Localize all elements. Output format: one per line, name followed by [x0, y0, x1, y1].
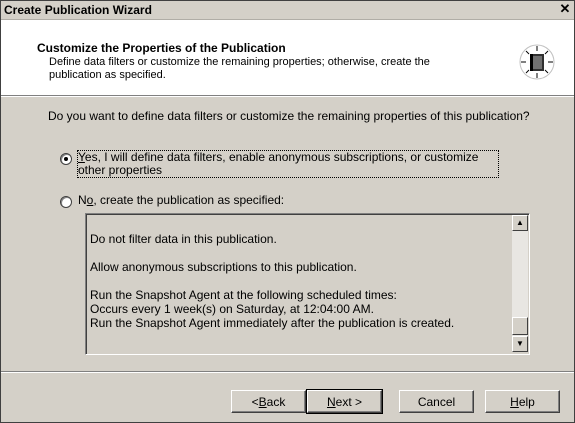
- cancel-button[interactable]: Cancel: [399, 390, 474, 413]
- option-customize[interactable]: Yes, I will define data filters, enable …: [60, 150, 499, 178]
- next-mnemonic: N: [326, 394, 336, 409]
- help-mnemonic: H: [510, 394, 519, 409]
- close-icon[interactable]: ✕: [558, 2, 572, 16]
- option-create-text: , create the publication as specified:: [93, 193, 285, 207]
- help-button[interactable]: Help: [485, 390, 560, 413]
- back-prefix: <: [251, 394, 259, 409]
- page-title: Customize the Properties of the Publicat…: [37, 41, 286, 55]
- option-customize-label[interactable]: Yes, I will define data filters, enable …: [77, 150, 499, 178]
- summary-line: Run the Snapshot Agent immediately after…: [90, 316, 455, 330]
- summary-scrollbar[interactable]: ▲ ▼: [512, 215, 528, 352]
- footer-divider-highlight: [1, 372, 574, 373]
- summary-line: Allow anonymous subscriptions to this pu…: [90, 260, 357, 274]
- header-divider: [1, 96, 574, 97]
- scroll-down-icon[interactable]: ▼: [512, 336, 528, 352]
- option-create[interactable]: No, create the publication as specified:: [60, 194, 284, 208]
- title-bar[interactable]: Create Publication Wizard ✕: [1, 1, 574, 20]
- next-text: ext >: [335, 394, 363, 409]
- option-customize-text: es, I will define data filters, enable a…: [78, 150, 479, 177]
- next-button[interactable]: Next >: [306, 389, 383, 414]
- option-create-label[interactable]: No, create the publication as specified:: [78, 194, 284, 207]
- page-description: Define data filters or customize the rem…: [49, 56, 430, 81]
- back-button[interactable]: < Back: [231, 390, 306, 413]
- summary-line: Run the Snapshot Agent at the following …: [90, 288, 397, 302]
- wizard-window: Create Publication Wizard ✕ Customize th…: [0, 0, 575, 423]
- back-text: ack: [266, 394, 286, 409]
- scroll-thumb[interactable]: [512, 317, 528, 335]
- back-mnemonic: B: [258, 394, 267, 409]
- question-text: Do you want to define data filters or cu…: [48, 109, 530, 123]
- radio-create[interactable]: [60, 196, 72, 208]
- window-title: Create Publication Wizard: [4, 3, 152, 17]
- publication-book-icon: [519, 44, 555, 80]
- scroll-up-icon[interactable]: ▲: [512, 215, 528, 231]
- summary-line: Do not filter data in this publication.: [90, 232, 277, 246]
- option-create-prefix: N: [78, 193, 87, 207]
- help-text: elp: [518, 394, 535, 409]
- summary-textbox[interactable]: Do not filter data in this publication. …: [85, 213, 530, 355]
- radio-customize[interactable]: [60, 153, 72, 165]
- summary-line: Occurs every 1 week(s) on Saturday, at 1…: [90, 302, 374, 316]
- mnemonic-y: Y: [78, 150, 85, 164]
- wizard-header: Customize the Properties of the Publicat…: [1, 20, 574, 96]
